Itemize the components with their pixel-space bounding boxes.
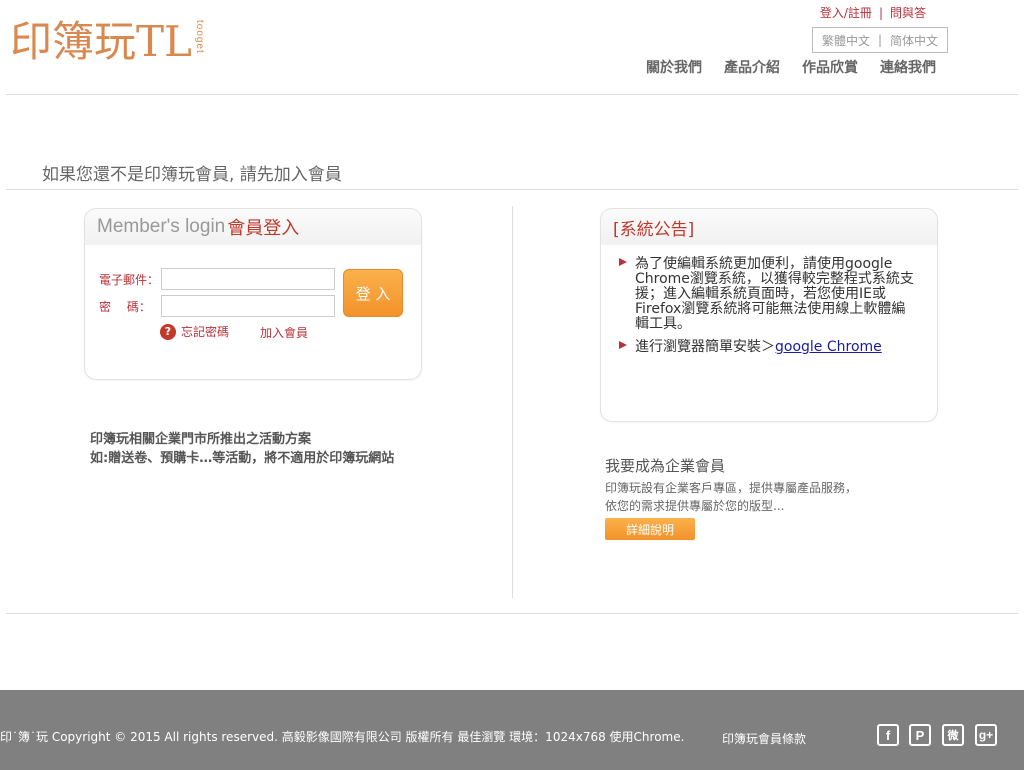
nav-products[interactable]: 產品介紹 <box>724 57 780 77</box>
lang-traditional[interactable]: 繁體中文 <box>822 32 870 49</box>
footer: 印˙簿˙玩 Copyright © 2015 All rights reserv… <box>0 690 1024 770</box>
heading-divider <box>6 189 1018 190</box>
forgot-password-label: 忘記密碼 <box>181 325 230 339</box>
plurk-icon[interactable]: P <box>909 724 931 746</box>
password-field[interactable] <box>161 295 335 317</box>
question-icon: ? <box>160 323 176 340</box>
announcement-header: [系統公告] <box>601 209 937 245</box>
content-bottom-divider <box>6 613 1018 614</box>
facebook-icon[interactable]: f <box>877 724 899 746</box>
announcement-item: 進行瀏覽器簡單安裝＞google Chrome <box>619 340 919 355</box>
details-button[interactable]: 詳細說明 <box>605 518 695 540</box>
login-title-en: Member's login <box>97 216 226 237</box>
logo-text: 印簿玩TL <box>10 17 192 66</box>
login-panel-header: Member's login 會員登入 <box>85 209 421 245</box>
announcement-title: [系統公告] <box>613 219 695 240</box>
email-label: 電子郵件： <box>99 273 160 287</box>
member-terms-link[interactable]: 印簿玩會員條款 <box>722 730 806 747</box>
login-title-zh: 會員登入 <box>227 218 300 239</box>
announcement-panel: [系統公告] 為了使編輯系統更加便利，請使用google Chrome瀏覽系統，… <box>600 208 938 422</box>
copyright-text: 印˙簿˙玩 Copyright © 2015 All rights reserv… <box>0 730 685 744</box>
promo-line-2: 如:贈送卷、預購卡…等活動，將不適用於印簿玩網站 <box>90 451 395 466</box>
announcement-list: 為了使編輯系統更加便利，請使用google Chrome瀏覽系統，以獲得較完整程… <box>619 257 919 363</box>
business-member-title: 我要成為企業會員 <box>605 457 726 475</box>
announcement-text-1: 為了使編輯系統更加便利，請使用google Chrome瀏覽系統，以獲得較完整程… <box>635 256 914 332</box>
weibo-icon[interactable]: 微 <box>942 724 964 746</box>
nav-contact[interactable]: 連絡我們 <box>880 57 936 77</box>
main-nav: 關於我們 產品介紹 作品欣賞 連絡我們 <box>646 57 936 77</box>
chrome-download-link[interactable]: google Chrome <box>775 339 882 355</box>
page-title: 如果您還不是印簿玩會員, 請先加入會員 <box>42 165 342 185</box>
lang-simplified[interactable]: 简体中文 <box>890 32 938 49</box>
nav-gallery[interactable]: 作品欣賞 <box>802 57 858 77</box>
join-member-link[interactable]: 加入會員 <box>260 324 308 341</box>
forgot-password-link[interactable]: ? 忘記密碼 <box>160 323 229 340</box>
announcement-text-2: 進行瀏覽器簡單安裝＞ <box>635 339 775 355</box>
bullet-arrow-icon <box>619 341 627 349</box>
nav-about[interactable]: 關於我們 <box>646 57 702 77</box>
faq-link[interactable]: 問與答 <box>890 6 926 20</box>
top-links-separator: | <box>878 6 883 20</box>
promo-notice: 印簿玩相關企業門市所推出之活動方案 如:贈送卷、預購卡…等活動，將不適用於印簿玩… <box>90 430 394 468</box>
logo-subtext: tooget <box>193 20 205 54</box>
email-field[interactable] <box>161 268 335 290</box>
lang-separator: | <box>877 33 883 47</box>
bullet-arrow-icon <box>619 258 627 266</box>
announcement-item: 為了使編輯系統更加便利，請使用google Chrome瀏覽系統，以獲得較完整程… <box>619 257 919 332</box>
business-desc-line-1: 印簿玩設有企業客戶專區，提供專屬產品服務， <box>605 481 858 495</box>
promo-line-1: 印簿玩相關企業門市所推出之活動方案 <box>90 432 312 447</box>
header-divider <box>6 94 1018 95</box>
google-plus-icon[interactable]: g+ <box>975 724 997 746</box>
login-button[interactable]: 登 入 <box>343 269 403 317</box>
language-switcher: 繁體中文 | 简体中文 <box>812 27 948 53</box>
business-member-description: 印簿玩設有企業客戶專區，提供專屬產品服務， 依您的需求提供專屬於您的版型... <box>605 479 857 515</box>
top-links: 登入/註冊 | 問與答 <box>820 4 926 21</box>
site-logo[interactable]: 印簿玩TL tooget <box>10 14 205 70</box>
password-label: 密 碼： <box>99 300 151 314</box>
login-register-link[interactable]: 登入/註冊 <box>820 6 872 20</box>
login-panel: Member's login 會員登入 電子郵件： 密 碼： 登 入 ? 忘記密… <box>84 208 422 380</box>
business-desc-line-2: 依您的需求提供專屬於您的版型... <box>605 499 785 513</box>
column-divider <box>512 206 513 598</box>
